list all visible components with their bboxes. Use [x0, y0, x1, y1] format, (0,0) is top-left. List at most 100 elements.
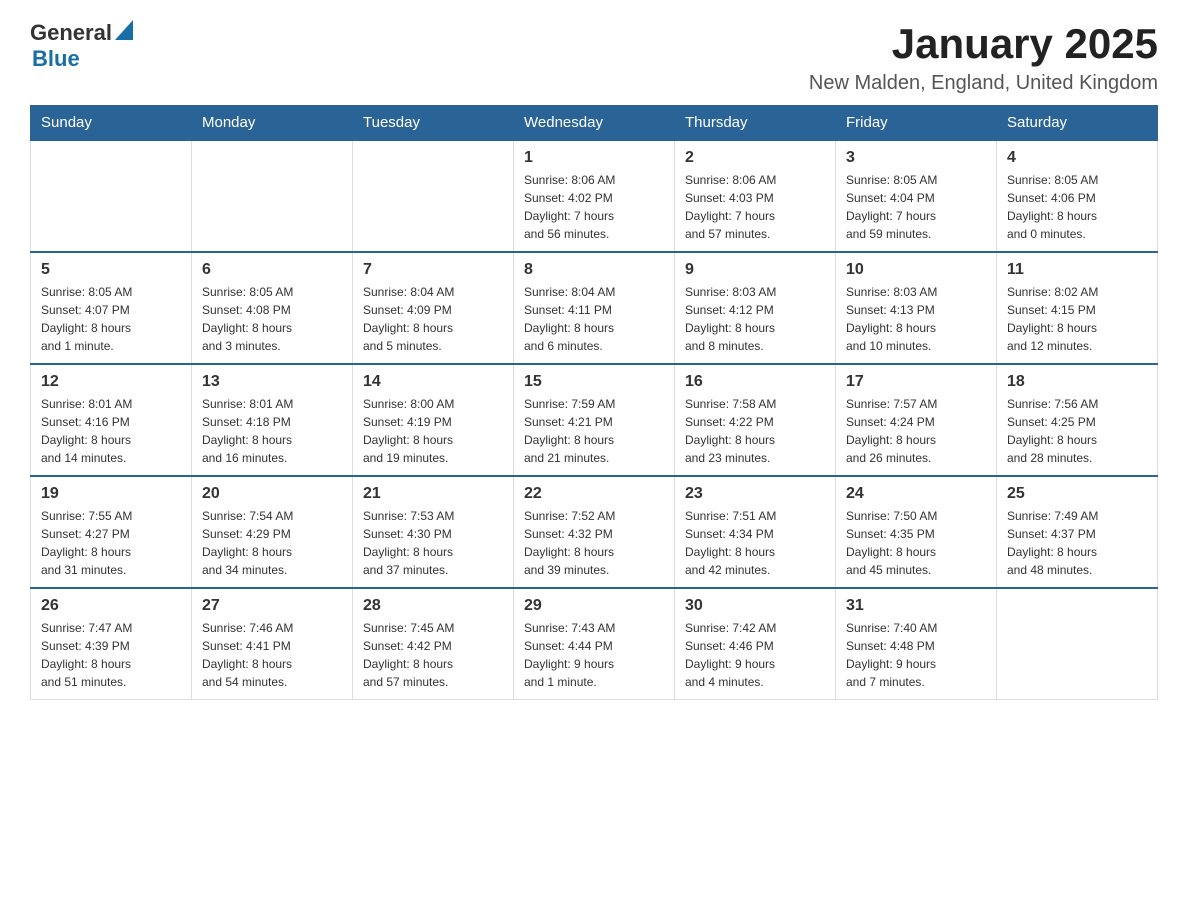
table-row: 30 Sunrise: 7:42 AM Sunset: 4:46 PM Dayli… — [675, 588, 836, 700]
day-info: Sunrise: 7:57 AM Sunset: 4:24 PM Dayligh… — [846, 395, 986, 467]
table-row: 8Sunrise: 8:04 AM Sunset: 4:11 PM Daylig… — [514, 252, 675, 364]
table-row: 23 Sunrise: 7:51 AM Sunset: 4:34 PM Dayli… — [675, 476, 836, 588]
day-number: 1 — [524, 149, 664, 167]
table-row: 25 Sunrise: 7:49 AM Sunset: 4:37 PM Dayli… — [997, 476, 1158, 588]
day-number: 5 — [41, 261, 181, 279]
day-info: Sunrise: 8:06 AM Sunset: 4:02 PM Dayligh… — [524, 171, 664, 243]
day-number: 31 — [846, 597, 986, 615]
calendar-header-row: SundayMondayTuesdayWednesdayThursdayFrid… — [31, 106, 1158, 141]
day-info: Sunrise: 7:40 AM Sunset: 4:48 PM Dayligh… — [846, 619, 986, 691]
day-number: 8 — [524, 261, 664, 279]
table-row: 12 Sunrise: 8:01 AM Sunset: 4:16 PM Dayli… — [31, 364, 192, 476]
table-row: 7 Sunrise: 8:04 AM Sunset: 4:09 PM Daylig… — [353, 252, 514, 364]
day-info: Sunrise: 7:54 AM Sunset: 4:29 PM Dayligh… — [202, 507, 342, 579]
day-of-week-header: Friday — [836, 106, 997, 141]
day-info: Sunrise: 8:06 AM Sunset: 4:03 PM Dayligh… — [685, 171, 825, 243]
table-row: 2 Sunrise: 8:06 AM Sunset: 4:03 PM Daylig… — [675, 140, 836, 252]
table-row: 18 Sunrise: 7:56 AM Sunset: 4:25 PM Dayli… — [997, 364, 1158, 476]
day-number: 27 — [202, 597, 342, 615]
day-number: 2 — [685, 149, 825, 167]
calendar-title: January 2025 — [809, 20, 1158, 68]
day-of-week-header: Monday — [192, 106, 353, 141]
table-row: 24 Sunrise: 7:50 AM Sunset: 4:35 PM Dayli… — [836, 476, 997, 588]
calendar-week-row: 12 Sunrise: 8:01 AM Sunset: 4:16 PM Dayli… — [31, 364, 1158, 476]
table-row: 29Sunrise: 7:43 AM Sunset: 4:44 PM Dayli… — [514, 588, 675, 700]
day-number: 9 — [685, 261, 825, 279]
calendar-week-row: 5 Sunrise: 8:05 AM Sunset: 4:07 PM Daylig… — [31, 252, 1158, 364]
day-number: 7 — [363, 261, 503, 279]
day-info: Sunrise: 8:02 AM Sunset: 4:15 PM Dayligh… — [1007, 283, 1147, 355]
day-number: 25 — [1007, 485, 1147, 503]
logo: General Blue — [30, 20, 133, 72]
day-info: Sunrise: 8:04 AM Sunset: 4:09 PM Dayligh… — [363, 283, 503, 355]
day-info: Sunrise: 7:45 AM Sunset: 4:42 PM Dayligh… — [363, 619, 503, 691]
day-info: Sunrise: 8:05 AM Sunset: 4:04 PM Dayligh… — [846, 171, 986, 243]
day-number: 26 — [41, 597, 181, 615]
day-number: 6 — [202, 261, 342, 279]
day-info: Sunrise: 7:52 AM Sunset: 4:32 PM Dayligh… — [524, 507, 664, 579]
day-of-week-header: Saturday — [997, 106, 1158, 141]
calendar-location: New Malden, England, United Kingdom — [809, 72, 1158, 95]
day-info: Sunrise: 8:01 AM Sunset: 4:18 PM Dayligh… — [202, 395, 342, 467]
day-info: Sunrise: 7:46 AM Sunset: 4:41 PM Dayligh… — [202, 619, 342, 691]
page-header: General Blue January 2025 New Malden, En… — [30, 20, 1158, 95]
day-number: 12 — [41, 373, 181, 391]
day-number: 15 — [524, 373, 664, 391]
table-row: 13Sunrise: 8:01 AM Sunset: 4:18 PM Dayli… — [192, 364, 353, 476]
table-row: 17 Sunrise: 7:57 AM Sunset: 4:24 PM Dayli… — [836, 364, 997, 476]
day-number: 28 — [363, 597, 503, 615]
day-info: Sunrise: 7:56 AM Sunset: 4:25 PM Dayligh… — [1007, 395, 1147, 467]
day-number: 20 — [202, 485, 342, 503]
day-info: Sunrise: 7:50 AM Sunset: 4:35 PM Dayligh… — [846, 507, 986, 579]
day-info: Sunrise: 7:42 AM Sunset: 4:46 PM Dayligh… — [685, 619, 825, 691]
day-number: 23 — [685, 485, 825, 503]
day-info: Sunrise: 7:58 AM Sunset: 4:22 PM Dayligh… — [685, 395, 825, 467]
day-info: Sunrise: 7:47 AM Sunset: 4:39 PM Dayligh… — [41, 619, 181, 691]
day-info: Sunrise: 8:03 AM Sunset: 4:12 PM Dayligh… — [685, 283, 825, 355]
day-number: 4 — [1007, 149, 1147, 167]
day-of-week-header: Wednesday — [514, 106, 675, 141]
logo-general-text: General — [30, 20, 112, 46]
calendar-week-row: 26 Sunrise: 7:47 AM Sunset: 4:39 PM Dayli… — [31, 588, 1158, 700]
logo-triangle-icon — [115, 20, 133, 40]
table-row: 16 Sunrise: 7:58 AM Sunset: 4:22 PM Dayli… — [675, 364, 836, 476]
calendar-week-row: 1 Sunrise: 8:06 AM Sunset: 4:02 PM Daylig… — [31, 140, 1158, 252]
day-info: Sunrise: 8:03 AM Sunset: 4:13 PM Dayligh… — [846, 283, 986, 355]
day-info: Sunrise: 7:51 AM Sunset: 4:34 PM Dayligh… — [685, 507, 825, 579]
day-number: 22 — [524, 485, 664, 503]
day-info: Sunrise: 8:05 AM Sunset: 4:08 PM Dayligh… — [202, 283, 342, 355]
table-row — [192, 140, 353, 252]
table-row: 6 Sunrise: 8:05 AM Sunset: 4:08 PM Daylig… — [192, 252, 353, 364]
table-row — [353, 140, 514, 252]
day-info: Sunrise: 7:55 AM Sunset: 4:27 PM Dayligh… — [41, 507, 181, 579]
day-number: 18 — [1007, 373, 1147, 391]
title-block: January 2025 New Malden, England, United… — [809, 20, 1158, 95]
day-number: 30 — [685, 597, 825, 615]
table-row: 14Sunrise: 8:00 AM Sunset: 4:19 PM Dayli… — [353, 364, 514, 476]
day-info: Sunrise: 7:49 AM Sunset: 4:37 PM Dayligh… — [1007, 507, 1147, 579]
day-number: 17 — [846, 373, 986, 391]
table-row: 22 Sunrise: 7:52 AM Sunset: 4:32 PM Dayli… — [514, 476, 675, 588]
day-info: Sunrise: 7:59 AM Sunset: 4:21 PM Dayligh… — [524, 395, 664, 467]
table-row: 19Sunrise: 7:55 AM Sunset: 4:27 PM Dayli… — [31, 476, 192, 588]
day-number: 16 — [685, 373, 825, 391]
day-number: 10 — [846, 261, 986, 279]
calendar-table: SundayMondayTuesdayWednesdayThursdayFrid… — [30, 105, 1158, 700]
table-row: 20 Sunrise: 7:54 AM Sunset: 4:29 PM Dayli… — [192, 476, 353, 588]
table-row — [31, 140, 192, 252]
table-row: 11 Sunrise: 8:02 AM Sunset: 4:15 PM Dayli… — [997, 252, 1158, 364]
day-info: Sunrise: 7:53 AM Sunset: 4:30 PM Dayligh… — [363, 507, 503, 579]
day-info: Sunrise: 8:05 AM Sunset: 4:07 PM Dayligh… — [41, 283, 181, 355]
calendar-week-row: 19Sunrise: 7:55 AM Sunset: 4:27 PM Dayli… — [31, 476, 1158, 588]
table-row: 4Sunrise: 8:05 AM Sunset: 4:06 PM Daylig… — [997, 140, 1158, 252]
day-info: Sunrise: 7:43 AM Sunset: 4:44 PM Dayligh… — [524, 619, 664, 691]
table-row: 31 Sunrise: 7:40 AM Sunset: 4:48 PM Dayli… — [836, 588, 997, 700]
day-of-week-header: Sunday — [31, 106, 192, 141]
day-of-week-header: Tuesday — [353, 106, 514, 141]
logo-blue-text: Blue — [32, 46, 80, 71]
day-info: Sunrise: 8:01 AM Sunset: 4:16 PM Dayligh… — [41, 395, 181, 467]
table-row: 28 Sunrise: 7:45 AM Sunset: 4:42 PM Dayli… — [353, 588, 514, 700]
table-row: 9 Sunrise: 8:03 AM Sunset: 4:12 PM Daylig… — [675, 252, 836, 364]
day-number: 11 — [1007, 261, 1147, 279]
day-number: 24 — [846, 485, 986, 503]
